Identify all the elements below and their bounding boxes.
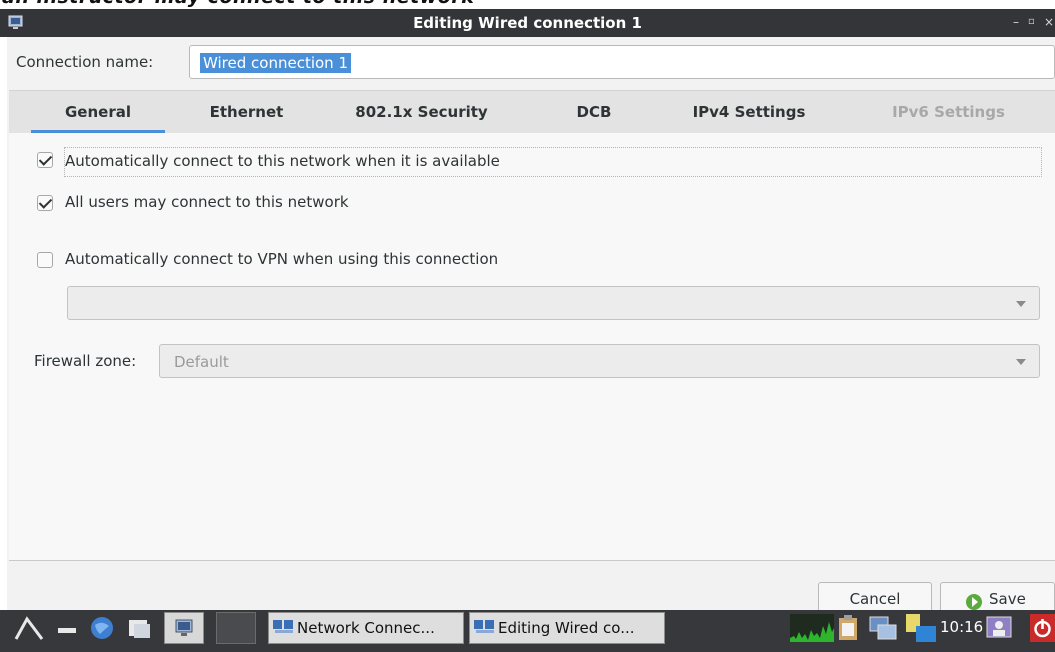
taskbar: Network Connec... Editing Wired co... 10… [0,610,1055,652]
network-config-launcher[interactable] [164,612,204,644]
network-icon [273,620,293,633]
auto-vpn-checkbox[interactable] [37,252,53,268]
network-icon [474,620,494,633]
close-button[interactable]: × [1044,15,1054,29]
clock: 10:16 [940,618,984,636]
connection-name-label: Connection name: [16,53,154,71]
cpu-graph-icon [790,622,834,642]
connection-name-input[interactable]: Wired connection 1 [189,45,1055,79]
firewall-zone-value: Default [174,353,229,371]
tab-bar: General Ethernet 802.1x Security DCB IPv… [9,90,1055,134]
tab-ipv6-settings[interactable]: IPv6 Settings [871,91,1026,133]
minimize-button[interactable]: – [1013,15,1019,29]
auto-connect-label: Automatically connect to this network wh… [65,152,500,170]
window-title: Editing Wired connection 1 [413,14,642,32]
connection-name-value: Wired connection 1 [200,53,351,73]
auto-vpn-label: Automatically connect to VPN when using … [65,250,499,268]
maximize-button[interactable]: ▫ [1028,15,1035,29]
cancel-button-label: Cancel [849,590,901,608]
app-menu-icon[interactable] [14,615,44,641]
tab-ipv4-settings[interactable]: IPv4 Settings [669,91,829,133]
file-manager-icon[interactable] [126,616,154,640]
cpu-graph [790,614,834,642]
tab-ethernet[interactable]: Ethernet [184,91,309,133]
firewall-zone-select[interactable]: Default [159,344,1040,378]
general-tab-panel: Automatically connect to this network wh… [9,133,1055,561]
auto-connect-checkbox[interactable] [37,152,53,168]
all-users-label: All users may connect to this network [65,193,349,211]
firewall-zone-label: Firewall zone: [34,352,137,370]
cropped-header-text: an instructor may connect to this networ… [0,0,1055,9]
vpn-select[interactable] [67,286,1040,320]
power-icon[interactable] [1030,614,1055,642]
chevron-down-icon [1016,359,1026,365]
taskbar-spacer [216,612,256,644]
task-network-connections-label: Network Connec... [297,619,435,637]
user-icon[interactable] [985,615,1013,641]
notes-icon[interactable] [904,614,938,642]
window-titlebar: Editing Wired connection 1 – ▫ × [0,9,1055,37]
chevron-down-icon [1016,301,1026,307]
tab-general[interactable]: General [31,91,165,133]
task-network-connections[interactable]: Network Connec... [268,612,464,644]
all-users-checkbox[interactable] [37,195,53,211]
minimize-all-icon[interactable] [55,616,81,640]
task-editing-wired-label: Editing Wired co... [498,619,635,637]
browser-icon[interactable] [88,614,116,642]
task-editing-wired[interactable]: Editing Wired co... [469,612,665,644]
network-config-icon [175,619,193,636]
save-icon [966,594,982,610]
editor-window: Connection name: Wired connection 1 Gene… [7,37,1055,616]
clipboard-icon[interactable] [836,614,860,642]
network-status-icon[interactable] [868,614,898,642]
tab-802-1x-security[interactable]: 802.1x Security [339,91,504,133]
tab-dcb[interactable]: DCB [559,91,629,133]
